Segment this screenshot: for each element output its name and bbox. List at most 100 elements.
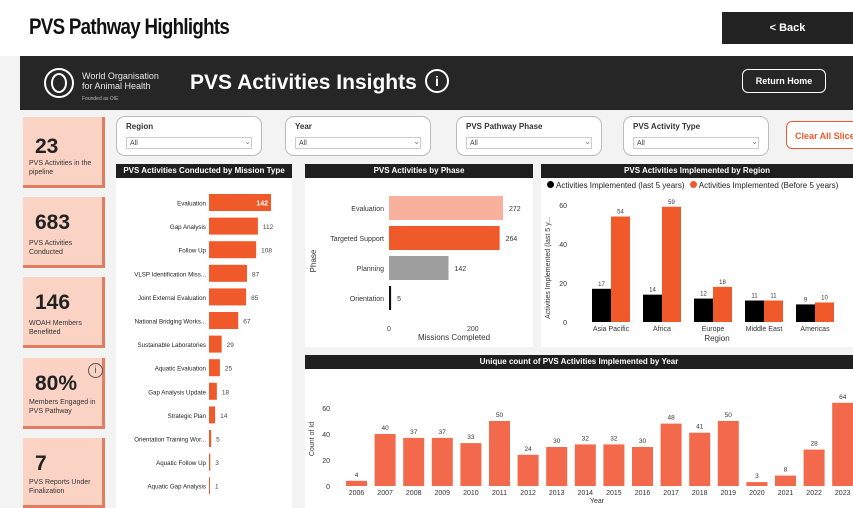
bar [546,447,568,486]
data-label: 11 [770,294,777,300]
kpi-label: WOAH Members Benefitted [29,320,82,336]
info-icon[interactable]: i [88,363,103,378]
bar [389,286,392,310]
data-label: 85 [251,295,259,302]
kpi-card-reports: 7 PVS Reports Under Finalization [23,438,105,508]
bar [460,443,482,486]
chevron-down-icon[interactable]: ⌄ [584,137,591,146]
kpi-card-members-engaged: 80% i Members Engaged in PVS Pathway [23,358,105,429]
data-label: 28 [810,441,818,448]
category-label: 2011 [492,490,507,497]
category-label: Aquatic Follow Up [156,460,206,467]
data-label: 3 [755,473,759,480]
phase-dropdown[interactable]: All [466,137,592,149]
data-label: 41 [696,424,704,431]
bar [662,206,681,322]
category-label: 2017 [663,490,679,497]
category-label: Aquatic Evaluation [155,366,207,373]
category-label: Sustainable Laboratories [138,342,206,349]
y-axis-title: Phase [309,249,318,272]
tick-label: 20 [322,458,330,465]
kpi-card-conducted: 683 PVS Activities Conducted [23,197,105,268]
data-label: 67 [243,319,251,326]
data-label: 30 [639,438,647,445]
data-label: 37 [439,429,447,436]
clear-all-slicers-button[interactable]: Clear All Slicers [786,121,853,149]
data-label: 32 [582,435,590,442]
kpi-value: 683 [35,211,71,234]
data-label: 8 [784,467,788,474]
kpi-label: PVS Reports Under Finalization [29,479,91,495]
bar [745,300,764,322]
category-label: Follow Up [178,248,206,255]
bar [346,480,367,486]
kpi-value: 23 [35,135,59,158]
filter-label: Region [126,122,154,131]
activity-type-dropdown[interactable]: All [633,137,759,149]
bar [209,382,217,400]
chevron-down-icon[interactable]: ⌄ [413,137,420,146]
category-label: 2019 [721,490,737,497]
x-axis-title: Region [704,334,729,343]
bar [632,447,653,486]
page-title: PVS Pathway Highlights [29,14,230,39]
phase-panel: PVS Activities by Phase Evaluation 272 Tar… [305,164,533,347]
data-label: 59 [668,200,675,206]
data-label: 12 [700,292,707,298]
data-label: 40 [381,425,389,432]
data-label: 14 [649,288,656,294]
filter-label: Year [295,122,312,131]
back-button[interactable]: < Back [722,12,853,44]
bar [209,241,257,259]
category-label: Evaluation [351,206,384,213]
tick-label: 60 [559,203,567,210]
data-label: 37 [410,429,418,436]
kpi-card-pipeline: 23 PVS Activities in the pipeline [23,117,105,188]
category-label: Gap Analysis Update [148,389,206,396]
info-icon[interactable]: i [425,69,449,93]
chevron-down-icon[interactable]: ⌄ [244,137,251,146]
bar [209,264,247,282]
kpi-label: PVS Activities Conducted [29,240,73,256]
year-dropdown[interactable]: All [295,137,421,149]
category-label: National Bridging Works... [135,319,207,326]
chevron-down-icon[interactable]: ⌄ [751,137,758,146]
bar [209,312,239,329]
tick-label: 40 [322,432,330,439]
tick-label: 20 [559,281,567,288]
category-label: Orientation Training Wor... [134,437,206,444]
data-label: 33 [467,434,475,441]
category-label: Strategic Plan [167,413,206,420]
category-label: Gap Analysis [170,224,206,231]
bar [832,402,853,486]
chart-title: PVS Activities by Phase [305,164,533,178]
dashboard-header: World Organisation for Animal Health Fou… [20,56,853,110]
bar [389,226,500,250]
data-label: 108 [261,248,272,255]
dashboard-title: PVS Activities Insights [190,71,417,94]
bar [603,444,625,486]
tick-label: 0 [563,320,567,327]
return-home-button[interactable]: Return Home [742,69,826,93]
data-label: 24 [524,446,532,453]
data-label: 50 [725,412,733,419]
tick-label: 0 [326,484,330,491]
data-label: 50 [496,412,504,419]
data-label: 29 [227,342,235,349]
bar [713,286,732,322]
data-label: 18 [222,389,230,396]
data-label: 272 [509,206,521,213]
bar [764,300,783,322]
bar [517,454,539,486]
kpi-label: PVS Activities in the pipeline [29,160,92,176]
category-label: 2012 [520,490,536,497]
data-label: 9 [804,297,808,303]
top-bar: PVS Pathway Highlights < Back [0,0,853,56]
region-dropdown[interactable]: All [126,137,252,149]
chart-title: PVS Activities Implemented by Region [541,164,853,178]
data-label: 11 [751,294,758,300]
tick-label: 40 [559,242,567,249]
data-label: 142 [455,266,467,273]
woah-logo-icon [44,68,74,98]
x-axis-title: Year [590,498,605,505]
